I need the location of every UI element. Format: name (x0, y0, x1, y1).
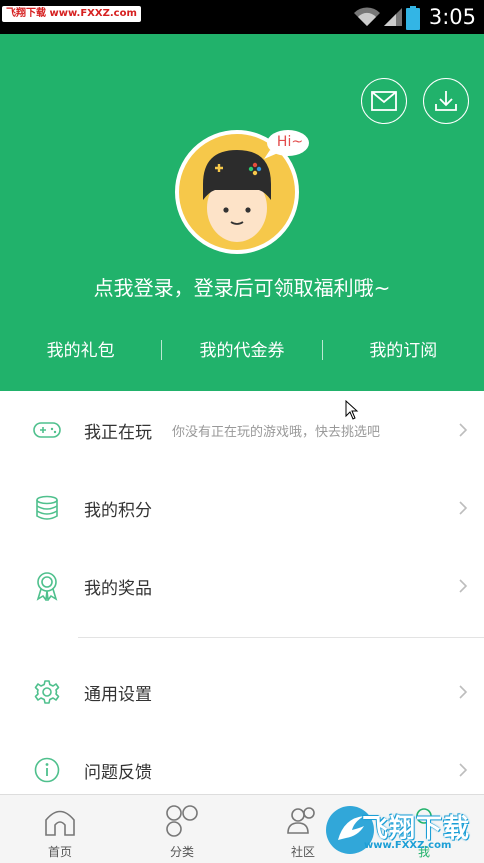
menu-item-settings[interactable]: 通用设置 (0, 653, 484, 731)
chevron-right-icon (459, 685, 468, 699)
nav-category[interactable]: 分类 (142, 795, 222, 863)
chevron-right-icon (459, 501, 468, 515)
award-icon (32, 571, 62, 601)
menu-item-points[interactable]: 我的积分 (0, 469, 484, 547)
menu-sublabel: 你没有正在玩的游戏哦，快去挑选吧 (172, 424, 381, 440)
chevron-right-icon (459, 423, 468, 437)
login-prompt[interactable]: 点我登录，登录后可领取福利哦~ (0, 274, 484, 302)
clock: 3:05 (428, 5, 476, 29)
divider (78, 637, 484, 638)
info-icon (32, 755, 62, 785)
divider (322, 340, 323, 360)
brand-watermark-url: www.FXXZ.com (364, 840, 452, 851)
menu-label: 我正在玩 (84, 422, 152, 443)
tab-vouchers[interactable]: 我的代金券 (161, 336, 322, 366)
profile-header: Hi~ 点我登录，登录后可领取福利哦~ 我的礼包 我的代金券 我的订阅 (0, 34, 484, 391)
nav-label: 分类 (169, 845, 194, 859)
chevron-right-icon (459, 763, 468, 777)
gamepad-icon (32, 415, 62, 445)
divider (161, 340, 162, 360)
home-icon (40, 803, 80, 839)
menu-label: 问题反馈 (84, 762, 152, 783)
tab-gift-packs[interactable]: 我的礼包 (0, 336, 161, 366)
battery-icon (406, 6, 420, 30)
community-icon (283, 803, 323, 839)
category-icon (162, 803, 202, 839)
download-icon (435, 91, 457, 111)
chevron-right-icon (459, 579, 468, 593)
mouse-cursor-icon (345, 400, 359, 420)
mail-button[interactable] (361, 78, 407, 124)
watermark-badge: 飞翔下载 www.FXXZ.com (2, 6, 141, 22)
menu-label: 通用设置 (84, 684, 152, 705)
wifi-icon (354, 7, 380, 26)
menu-item-now-playing[interactable]: 我正在玩 你没有正在玩的游戏哦，快去挑选吧 (0, 391, 484, 469)
signal-icon (384, 8, 402, 26)
download-button[interactable] (423, 78, 469, 124)
nav-home[interactable]: 首页 (20, 795, 100, 863)
status-bar: 飞翔下载 www.FXXZ.com 3:05 (0, 0, 484, 34)
nav-label: 首页 (47, 845, 72, 859)
tab-subscriptions[interactable]: 我的订阅 (323, 336, 484, 366)
profile-tabs: 我的礼包 我的代金券 我的订阅 (0, 336, 484, 366)
menu-label: 我的奖品 (84, 578, 152, 599)
gear-icon (32, 677, 62, 707)
bubble-text: Hi~ (276, 134, 304, 150)
menu-label: 我的积分 (84, 500, 152, 521)
menu-item-prizes[interactable]: 我的奖品 (0, 547, 484, 625)
mail-icon (371, 91, 397, 111)
coins-icon (32, 493, 62, 523)
